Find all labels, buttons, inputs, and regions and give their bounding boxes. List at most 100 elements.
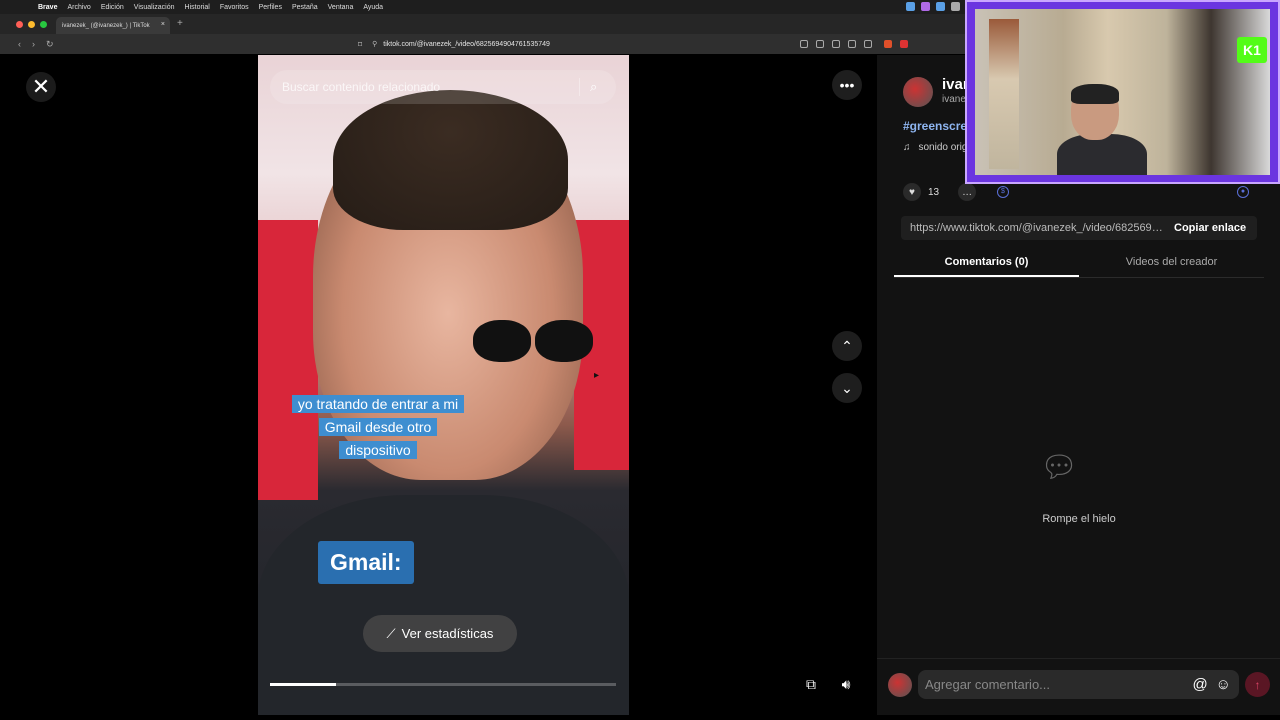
- reload-icon[interactable]: ↻: [46, 39, 54, 50]
- zoom-window-button[interactable]: [40, 21, 47, 28]
- copy-link-button[interactable]: Copiar enlace: [1174, 222, 1246, 234]
- webcam-person: [1057, 84, 1147, 175]
- url-text: tiktok.com/@ivanezek_/video/682569490476…: [383, 40, 550, 48]
- video-gmail-label: Gmail:: [318, 541, 414, 584]
- heart-icon: ♥: [909, 186, 915, 198]
- status-icon[interactable]: [921, 2, 930, 11]
- status-icon[interactable]: [936, 2, 945, 11]
- creator-avatar[interactable]: [903, 77, 933, 107]
- close-icon: ✕: [31, 74, 51, 99]
- toolbar-icon[interactable]: [800, 40, 808, 48]
- menu-pestana[interactable]: Pestaña: [292, 4, 318, 11]
- menu-historial[interactable]: Historial: [185, 4, 210, 11]
- menu-ayuda[interactable]: Ayuda: [363, 4, 383, 11]
- share-icon[interactable]: [832, 40, 840, 48]
- volume-icon: 🔊︎: [841, 675, 851, 692]
- menu-ventana[interactable]: Ventana: [328, 4, 354, 11]
- window-controls: [16, 21, 47, 28]
- comment-placeholder: Agregar comentario...: [925, 677, 1051, 692]
- webcam-feed: K1: [975, 9, 1270, 175]
- mention-icon[interactable]: @: [1192, 676, 1207, 693]
- menu-favoritos[interactable]: Favoritos: [220, 4, 249, 11]
- menu-perfiles[interactable]: Perfiles: [259, 4, 282, 11]
- chat-bubbles-icon: 💬︎: [1040, 451, 1079, 484]
- comment-icon: …: [962, 186, 973, 198]
- emoji-icon[interactable]: ☺: [1216, 676, 1231, 693]
- sunglasses-lens: [473, 320, 531, 362]
- previous-video-button[interactable]: ⌃: [832, 331, 862, 361]
- video-caption: yo tratando de entrar a mi Gmail desde o…: [283, 393, 473, 462]
- more-options-button[interactable]: •••: [832, 70, 862, 100]
- brave-shields-icon[interactable]: [884, 40, 892, 48]
- video-actions: ♥ 13 …: [903, 183, 977, 201]
- extension-icon[interactable]: [864, 40, 872, 48]
- close-video-button[interactable]: ✕: [26, 72, 56, 102]
- status-icon[interactable]: [951, 2, 960, 11]
- status-icon[interactable]: [906, 2, 915, 11]
- menu-archivo[interactable]: Archivo: [67, 4, 90, 11]
- caption-line: yo tratando de entrar a mi: [291, 395, 465, 413]
- view-stats-button[interactable]: ⟋ Ver estadísticas: [363, 615, 517, 652]
- profile-icon[interactable]: ●: [1237, 186, 1249, 198]
- more-horizontal-icon: •••: [839, 77, 855, 93]
- brave-rewards-icon[interactable]: [900, 40, 908, 48]
- comment-button[interactable]: …: [958, 183, 977, 201]
- search-divider: [579, 78, 580, 96]
- kick-logo-icon: K1: [1237, 37, 1267, 63]
- tab-creator-videos[interactable]: Videos del creador: [1079, 252, 1264, 277]
- comment-divider: [877, 658, 1280, 659]
- view-stats-label: Ver estadísticas: [401, 626, 494, 641]
- like-count: 13: [928, 186, 940, 198]
- mouse-cursor-icon: ▸: [594, 370, 600, 381]
- search-placeholder: Buscar contenido relacionado: [282, 80, 441, 94]
- comment-input[interactable]: Agregar comentario... @ ☺: [918, 670, 1239, 699]
- close-window-button[interactable]: [16, 21, 23, 28]
- menu-edicion[interactable]: Edición: [101, 4, 124, 11]
- floating-player-button[interactable]: ⧉: [800, 673, 822, 695]
- volume-button[interactable]: 🔊︎: [835, 673, 857, 695]
- tab-title: ivanezek_ (@ivanezek_) | TikTok: [62, 22, 150, 29]
- tab-comments[interactable]: Comentarios (0): [894, 252, 1079, 277]
- video-sunglasses: [473, 320, 593, 365]
- send-comment-button[interactable]: ↑: [1245, 672, 1270, 697]
- caption-line: Gmail desde otro: [318, 418, 438, 436]
- empty-comments-text: Rompe el hielo: [1042, 513, 1116, 525]
- next-video-button[interactable]: ⌄: [832, 373, 862, 403]
- video-progress-bar[interactable]: [270, 683, 616, 686]
- bookmark-icon[interactable]: ⌑: [358, 40, 362, 49]
- video-progress-fill: [270, 683, 336, 686]
- user-avatar[interactable]: [888, 673, 912, 697]
- gift-icon[interactable]: $: [997, 186, 1009, 198]
- zoom-icon[interactable]: [848, 40, 856, 48]
- new-tab-icon[interactable]: +: [177, 18, 183, 29]
- webcam-person-body: [1057, 134, 1147, 175]
- share-link-row: https://www.tiktok.com/@ivanezek_/video/…: [901, 216, 1257, 240]
- tab-close-icon[interactable]: ×: [161, 21, 165, 28]
- menubar-status-icons: [906, 2, 960, 11]
- chart-icon: ⟋: [386, 625, 396, 641]
- chevron-up-icon: ⌃: [841, 337, 853, 354]
- translate-icon[interactable]: [816, 40, 824, 48]
- forward-icon[interactable]: ›: [32, 39, 35, 49]
- minimize-window-button[interactable]: [28, 21, 35, 28]
- search-icon[interactable]: ⌕: [590, 79, 616, 95]
- chevron-down-icon: ⌄: [841, 379, 853, 396]
- related-search-input[interactable]: Buscar contenido relacionado ⌕: [270, 70, 616, 104]
- sunglasses-lens: [535, 320, 593, 362]
- picture-in-picture-icon: ⧉: [806, 675, 816, 692]
- share-link-text[interactable]: https://www.tiktok.com/@ivanezek_/video/…: [910, 222, 1164, 234]
- webcam-shelf: [989, 19, 1019, 169]
- video-person-shirt: [258, 495, 629, 715]
- webcam-overlay: K1: [965, 0, 1280, 184]
- browser-tab-active[interactable]: ivanezek_ (@ivanezek_) | TikTok ×: [56, 17, 170, 34]
- send-icon: ↑: [1254, 677, 1261, 692]
- music-note-icon: ♫: [903, 142, 911, 153]
- site-info-icon[interactable]: ⚲: [372, 40, 377, 48]
- back-icon[interactable]: ‹: [18, 39, 21, 49]
- webcam-person-hair: [1071, 84, 1119, 104]
- panel-tabs: Comentarios (0) Videos del creador: [894, 252, 1264, 278]
- menu-visualizacion[interactable]: Visualización: [134, 4, 175, 11]
- menu-app-brave[interactable]: Brave: [38, 4, 57, 11]
- like-button[interactable]: ♥: [903, 183, 921, 201]
- video-person-hair: [333, 90, 568, 230]
